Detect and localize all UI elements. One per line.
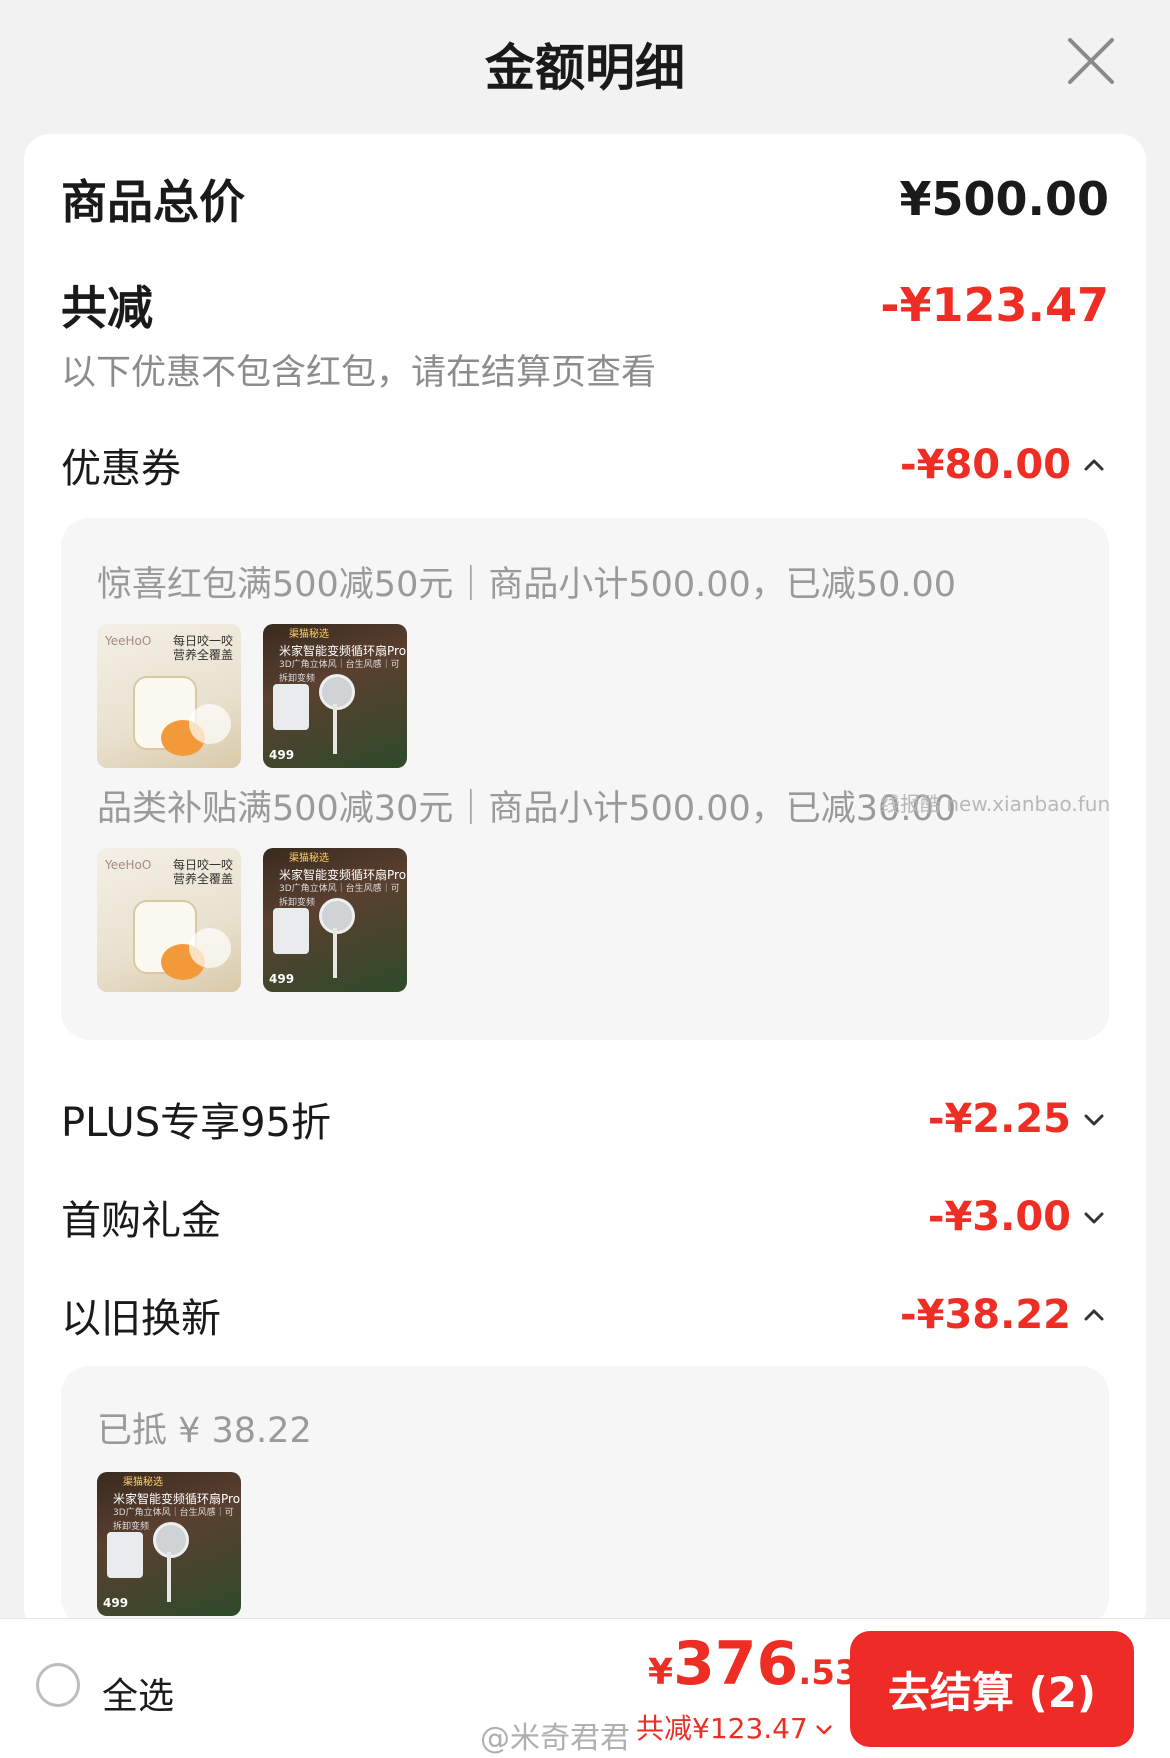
chevron-up-icon (1079, 450, 1109, 480)
first-purchase-row[interactable]: 首购礼金 -¥3.00 (61, 1188, 1109, 1246)
close-icon[interactable] (1064, 34, 1118, 88)
coupon-rule-2-products: YeeHoO 每日咬一咬 营养全覆盖 渠猫秘选 米家智能变频循环扇Pro 3D广… (97, 848, 407, 992)
footer-watermark: @米奇君君 (480, 1721, 630, 1756)
chevron-down-icon (812, 1715, 836, 1739)
product-thumb-fan[interactable]: 渠猫秘选 米家智能变频循环扇Pro 3D广角立体风｜台生风感｜可拆卸变频 499 (97, 1472, 241, 1616)
plus-toggle[interactable]: -¥2.25 (928, 1096, 1109, 1142)
total-price-value: ¥500.00 (899, 172, 1109, 226)
chevron-up-icon (1079, 1300, 1109, 1330)
thumb-cup-line2: 营养全覆盖 (172, 648, 233, 662)
total-discount-row: 共减 -¥123.47 (61, 272, 1109, 338)
product-thumb-cup[interactable]: YeeHoO 每日咬一咬 营养全覆盖 (97, 624, 241, 768)
total-price-label: 商品总价 (61, 175, 245, 229)
coupon-row[interactable]: 优惠券 -¥80.00 (61, 436, 1109, 494)
first-purchase-label: 首购礼金 (61, 1198, 221, 1244)
coupon-rule-2: 品类补贴满500减30元｜商品小计500.00，已减30.00 (97, 789, 957, 829)
first-purchase-toggle[interactable]: -¥3.00 (928, 1194, 1109, 1240)
thumb-fan-tag: 渠猫秘选 (289, 629, 329, 640)
plus-label: PLUS专享95折 (61, 1100, 331, 1146)
thumb-cup-line2: 营养全覆盖 (172, 872, 233, 886)
trade-in-detail: 已抵 ¥ 38.22 (97, 1411, 312, 1451)
thumb-brand: YeeHoO (105, 634, 152, 648)
thumb-fan-title: 米家智能变频循环扇Pro (279, 868, 407, 882)
thumb-fan-tag: 渠猫秘选 (289, 853, 329, 864)
chevron-down-icon (1079, 1202, 1109, 1232)
watermark-text: 线报酷 new.xianbao.fun (880, 792, 1111, 816)
total-discount-value: -¥123.47 (880, 278, 1109, 332)
checkout-bar: 全选 ¥376.53 共减¥123.47 @米奇君君 去结算 (2) (0, 1618, 1170, 1758)
trade-in-value: -¥38.22 (900, 1292, 1071, 1338)
trade-in-products: 渠猫秘选 米家智能变频循环扇Pro 3D广角立体风｜台生风感｜可拆卸变频 499 (97, 1472, 241, 1616)
saving-text: 共减¥123.47 (636, 1712, 808, 1745)
total-price-row: 商品总价 ¥500.00 (61, 166, 1109, 232)
thumb-cup-line1: 每日咬一咬 (172, 858, 233, 872)
trade-in-row[interactable]: 以旧换新 -¥38.22 (61, 1286, 1109, 1344)
sheet-title: 金额明细 (485, 39, 685, 97)
select-all-label[interactable]: 全选 (102, 1667, 174, 1719)
coupon-detail-panel: 惊喜红包满500减50元｜商品小计500.00，已减50.00 YeeHoO 每… (61, 518, 1109, 1040)
trade-in-detail-panel: 已抵 ¥ 38.22 渠猫秘选 米家智能变频循环扇Pro 3D广角立体风｜台生风… (61, 1366, 1109, 1626)
thumb-fan-tag: 渠猫秘选 (123, 1477, 163, 1488)
coupon-rule-1-products: YeeHoO 每日咬一咬 营养全覆盖 渠猫秘选 米家智能变频循环扇Pro 3D广… (97, 624, 407, 768)
thumb-fan-title: 米家智能变频循环扇Pro (279, 644, 407, 658)
plus-discount-row[interactable]: PLUS专享95折 -¥2.25 (61, 1090, 1109, 1148)
select-all-radio[interactable] (36, 1663, 80, 1707)
total-integer: 376 (673, 1629, 799, 1699)
checkout-button[interactable]: 去结算 (2) (850, 1631, 1134, 1747)
plus-value: -¥2.25 (927, 1096, 1071, 1142)
thumb-cup-line1: 每日咬一咬 (172, 634, 233, 648)
trade-in-label: 以旧换新 (61, 1296, 221, 1342)
coupon-label: 优惠券 (61, 446, 181, 492)
amount-detail-sheet: 金额明细 商品总价 ¥500.00 共减 -¥123.47 以下优惠不包含红包，… (0, 0, 1170, 1758)
first-purchase-value: -¥3.00 (927, 1194, 1071, 1240)
trade-in-toggle[interactable]: -¥38.22 (900, 1292, 1109, 1338)
thumb-fan-price: 499 (269, 972, 295, 986)
thumb-brand: YeeHoO (105, 858, 152, 872)
total-currency: ¥ (648, 1652, 674, 1693)
saving-summary[interactable]: 共减¥123.47 (636, 1707, 836, 1747)
thumb-fan-price: 499 (103, 1596, 129, 1610)
product-thumb-fan[interactable]: 渠猫秘选 米家智能变频循环扇Pro 3D广角立体风｜台生风感｜可拆卸变频 499 (263, 848, 407, 992)
coupon-toggle[interactable]: -¥80.00 (900, 442, 1109, 488)
chevron-down-icon (1079, 1104, 1109, 1134)
coupon-value: -¥80.00 (900, 442, 1071, 488)
final-total: ¥376.53 (648, 1629, 859, 1699)
product-thumb-fan[interactable]: 渠猫秘选 米家智能变频循环扇Pro 3D广角立体风｜台生风感｜可拆卸变频 499 (263, 624, 407, 768)
total-discount-label: 共减 (61, 281, 153, 335)
thumb-fan-price: 499 (269, 748, 295, 762)
thumb-fan-title: 米家智能变频循环扇Pro (113, 1492, 241, 1506)
sheet-header: 金额明细 (0, 0, 1170, 125)
product-thumb-cup[interactable]: YeeHoO 每日咬一咬 营养全覆盖 (97, 848, 241, 992)
coupon-rule-1: 惊喜红包满500减50元｜商品小计500.00，已减50.00 (97, 565, 957, 605)
discount-note: 以下优惠不包含红包，请在结算页查看 (61, 353, 657, 393)
